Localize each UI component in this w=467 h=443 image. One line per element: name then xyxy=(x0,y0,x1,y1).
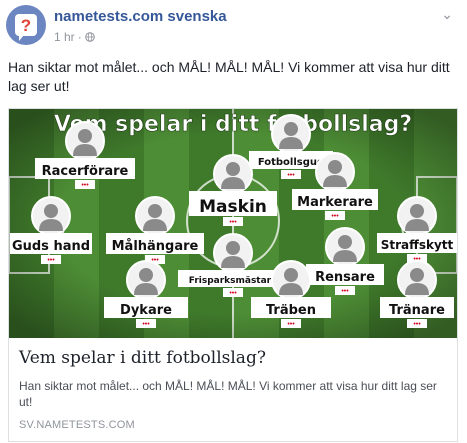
player-role-label: Maskin xyxy=(199,197,267,217)
player-dots: ••• xyxy=(229,219,237,226)
facebook-post: ? nametests.com svenska 1 hr · ⌄ Han sik… xyxy=(0,0,467,443)
post-time[interactable]: 1 hr xyxy=(54,30,75,44)
link-domain: SV.NAMETESTS.COM xyxy=(19,419,135,431)
player-dots: ••• xyxy=(413,321,421,328)
player-dots: ••• xyxy=(287,172,295,179)
player-role-label: Tränare xyxy=(389,303,445,318)
person-icon xyxy=(44,204,58,218)
player-dots: ••• xyxy=(47,257,55,264)
link-title[interactable]: Vem spelar i ditt fotbollslag? xyxy=(19,348,266,368)
person-icon xyxy=(226,241,240,255)
person-icon xyxy=(328,160,342,174)
player-role-label: Markerare xyxy=(297,195,373,210)
player-role-label: Straffskytt xyxy=(381,238,454,252)
player-dots: ••• xyxy=(341,288,349,295)
question-mark-icon: ? xyxy=(15,14,37,41)
globe-icon xyxy=(84,32,95,42)
player-role-label: Frisparksmästare xyxy=(189,276,277,286)
player-dots: ••• xyxy=(81,182,89,189)
player-role-label: Fotbollsgud xyxy=(258,157,324,168)
link-preview-info[interactable]: Vem spelar i ditt fotbollslag? Han sikta… xyxy=(9,338,457,442)
person-icon xyxy=(284,268,298,282)
player-role-label: Träben xyxy=(266,303,316,318)
person-icon xyxy=(148,204,162,218)
player-dots: ••• xyxy=(229,290,237,297)
image-title: Vem spelar i ditt fotbollslag? xyxy=(54,112,412,137)
link-description: Han siktar mot målet... och MÅL! MÅL! MÅ… xyxy=(19,379,437,409)
person-icon xyxy=(226,162,240,176)
post-text: Han siktar mot målet... och MÅL! MÅL! MÅ… xyxy=(8,59,450,94)
player-dots: ••• xyxy=(142,321,150,328)
link-preview-image[interactable]: Vem spelar i ditt fotbollslag? Racerföra… xyxy=(9,109,457,338)
page-name-link[interactable]: nametests.com svenska xyxy=(54,8,227,25)
meta-separator: · xyxy=(77,30,82,44)
soccer-field-graphic: Vem spelar i ditt fotbollslag? Racerföra… xyxy=(9,109,457,338)
person-icon xyxy=(410,268,424,282)
person-icon xyxy=(78,129,92,143)
person-icon xyxy=(338,235,352,249)
page-avatar[interactable]: ? xyxy=(6,5,46,45)
person-icon xyxy=(139,268,153,282)
player-role-label: Racerförare xyxy=(42,164,129,179)
player-role-label: Dykare xyxy=(120,303,172,318)
player-dots: ••• xyxy=(287,321,295,328)
player-role-label: Målhängare xyxy=(112,239,199,254)
post-meta: 1 hr · xyxy=(54,30,95,44)
person-icon xyxy=(284,122,298,136)
person-icon xyxy=(410,204,424,218)
player-dots: ••• xyxy=(331,213,339,220)
link-preview-card[interactable]: Vem spelar i ditt fotbollslag? Racerföra… xyxy=(8,108,458,442)
player-role-label: Rensare xyxy=(315,270,375,285)
player-role-label: Guds hand xyxy=(12,239,90,254)
chevron-down-icon[interactable]: ⌄ xyxy=(441,6,453,23)
